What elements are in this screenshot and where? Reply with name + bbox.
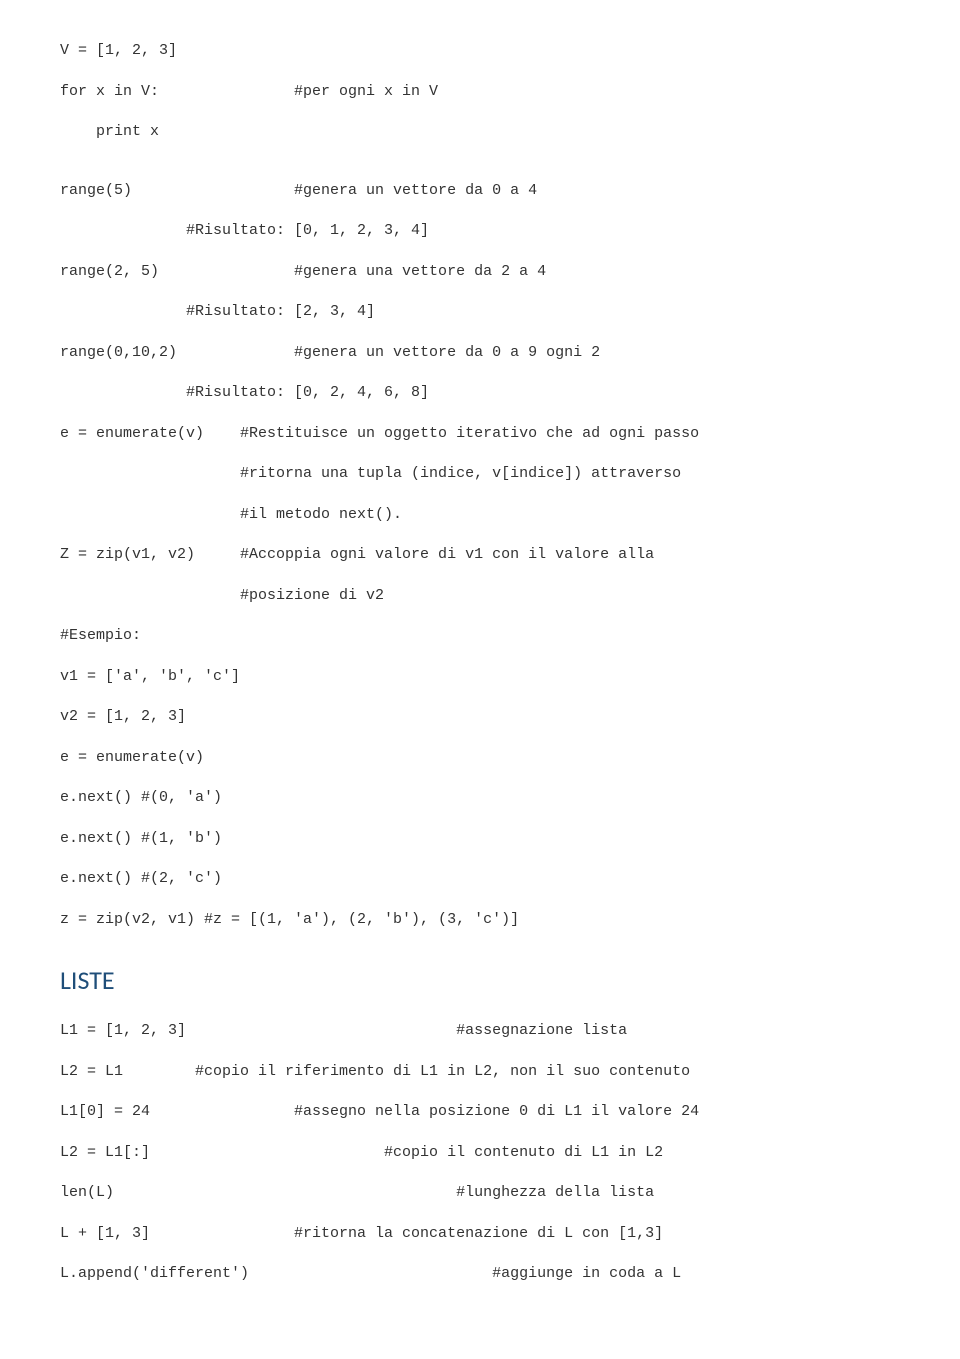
code-line: range(0,10,2) #genera un vettore da 0 a … <box>60 342 900 365</box>
blank-line <box>60 648 900 666</box>
blank-line <box>60 324 900 342</box>
blank-line <box>60 607 900 625</box>
code-line: #Risultato: [0, 1, 2, 3, 4] <box>60 220 900 243</box>
blank-line <box>60 850 900 868</box>
code-line: L2 = L1[:] #copio il contenuto di L1 in … <box>60 1142 900 1165</box>
blank-line <box>60 486 900 504</box>
code-line: e = enumerate(v) <box>60 747 900 770</box>
blank-line <box>60 769 900 787</box>
blank-line <box>60 810 900 828</box>
code-line: L2 = L1 #copio il riferimento di L1 in L… <box>60 1061 900 1084</box>
blank-line <box>60 1043 900 1061</box>
blank-line <box>60 526 900 544</box>
blank-line <box>60 103 900 121</box>
code-line: e.next() #(1, 'b') <box>60 828 900 851</box>
section-heading-liste: LISTE <box>60 961 900 1000</box>
code-line: #Risultato: [0, 2, 4, 6, 8] <box>60 382 900 405</box>
code-line: print x <box>60 121 900 144</box>
code-line: #Risultato: [2, 3, 4] <box>60 301 900 324</box>
blank-line <box>60 729 900 747</box>
blank-line <box>60 1124 900 1142</box>
blank-line <box>60 688 900 706</box>
code-line: v1 = ['a', 'b', 'c'] <box>60 666 900 689</box>
code-line: #ritorna una tupla (indice, v[indice]) a… <box>60 463 900 486</box>
code-line: L1 = [1, 2, 3] #assegnazione lista <box>60 1020 900 1043</box>
code-line: range(2, 5) #genera una vettore da 2 a 4 <box>60 261 900 284</box>
blank-line <box>60 891 900 909</box>
code-line: #posizione di v2 <box>60 585 900 608</box>
blank-line <box>60 405 900 423</box>
code-line: e = enumerate(v) #Restituisce un oggetto… <box>60 423 900 446</box>
blank-line <box>60 283 900 301</box>
code-line: e.next() #(0, 'a') <box>60 787 900 810</box>
blank-line <box>60 1205 900 1223</box>
blank-line <box>60 1164 900 1182</box>
code-line: range(5) #genera un vettore da 0 a 4 <box>60 180 900 203</box>
blank-line <box>60 202 900 220</box>
code-line: #il metodo next(). <box>60 504 900 527</box>
blank-line <box>60 364 900 382</box>
blank-line <box>60 63 900 81</box>
blank-line <box>60 567 900 585</box>
code-line: L + [1, 3] #ritorna la concatenazione di… <box>60 1223 900 1246</box>
code-line: z = zip(v2, v1) #z = [(1, 'a'), (2, 'b')… <box>60 909 900 932</box>
blank-line <box>60 144 900 180</box>
blank-line <box>60 1083 900 1101</box>
code-line: Z = zip(v1, v2) #Accoppia ogni valore di… <box>60 544 900 567</box>
code-line: for x in V: #per ogni x in V <box>60 81 900 104</box>
code-line: V = [1, 2, 3] <box>60 40 900 63</box>
code-line: v2 = [1, 2, 3] <box>60 706 900 729</box>
code-line: e.next() #(2, 'c') <box>60 868 900 891</box>
code-line: L1[0] = 24 #assegno nella posizione 0 di… <box>60 1101 900 1124</box>
blank-line <box>60 243 900 261</box>
code-line: L.append('different') #aggiunge in coda … <box>60 1263 900 1286</box>
code-line: #Esempio: <box>60 625 900 648</box>
blank-line <box>60 445 900 463</box>
code-line: len(L) #lunghezza della lista <box>60 1182 900 1205</box>
blank-line <box>60 1245 900 1263</box>
